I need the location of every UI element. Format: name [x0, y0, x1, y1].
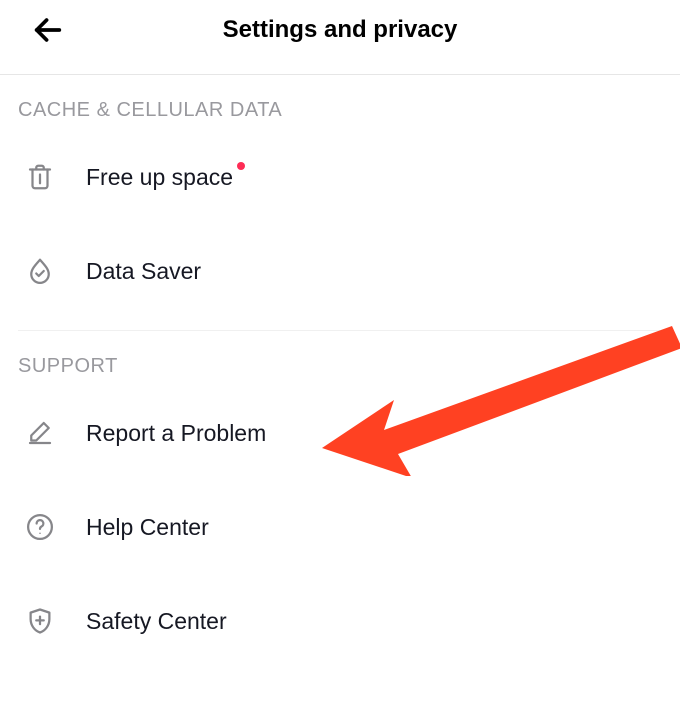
- row-label-free-up-space: Free up space: [86, 164, 233, 191]
- row-data-saver[interactable]: Data Saver: [18, 224, 662, 318]
- row-label-help-center: Help Center: [86, 514, 209, 541]
- trash-icon: [22, 159, 58, 195]
- row-label-safety-center: Safety Center: [86, 608, 227, 635]
- section-header-support: SUPPORT: [18, 331, 662, 386]
- row-label-report-problem: Report a Problem: [86, 420, 266, 447]
- droplet-icon: [22, 253, 58, 289]
- header: Settings and privacy: [0, 0, 680, 60]
- section-cache: CACHE & CELLULAR DATA Free up space Data…: [0, 75, 680, 318]
- notification-dot: [237, 162, 245, 170]
- row-report-problem[interactable]: Report a Problem: [18, 386, 662, 480]
- section-support: SUPPORT Report a Problem Help Center: [0, 331, 680, 668]
- edit-icon: [22, 415, 58, 451]
- row-label-data-saver: Data Saver: [86, 258, 201, 285]
- arrow-left-icon: [30, 12, 66, 48]
- back-button[interactable]: [28, 10, 68, 50]
- page-title: Settings and privacy: [20, 16, 660, 44]
- text-free-up-space: Free up space: [86, 164, 233, 190]
- shield-plus-icon: [22, 603, 58, 639]
- row-help-center[interactable]: Help Center: [18, 480, 662, 574]
- row-safety-center[interactable]: Safety Center: [18, 574, 662, 668]
- row-free-up-space[interactable]: Free up space: [18, 130, 662, 224]
- section-header-cache: CACHE & CELLULAR DATA: [18, 75, 662, 130]
- help-icon: [22, 509, 58, 545]
